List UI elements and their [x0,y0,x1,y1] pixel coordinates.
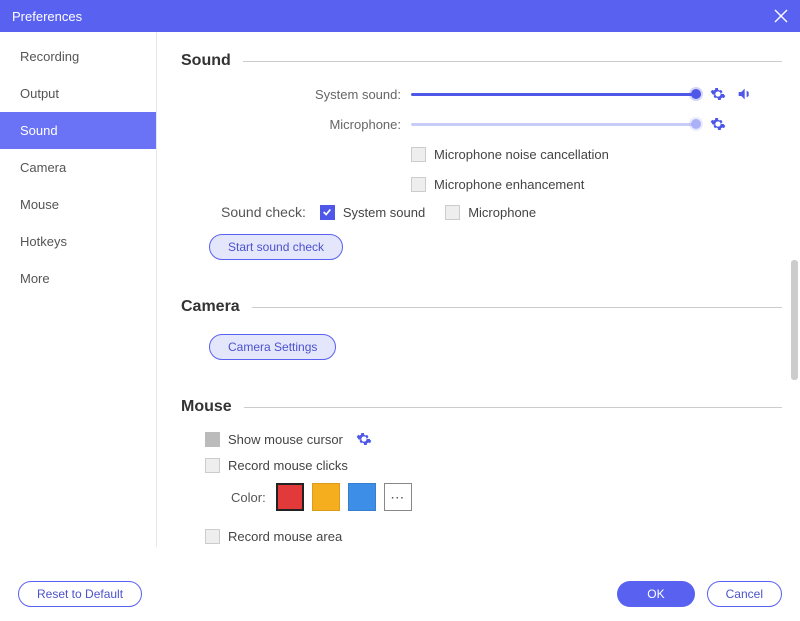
record-clicks-checkbox[interactable] [205,458,220,473]
click-color-orange[interactable] [312,483,340,511]
sidebar-item-mouse[interactable]: Mouse [0,186,156,223]
start-sound-check-button[interactable]: Start sound check [209,234,343,260]
sidebar-item-hotkeys[interactable]: Hotkeys [0,223,156,260]
cancel-button[interactable]: Cancel [707,581,782,607]
show-cursor-label: Show mouse cursor [228,432,343,447]
click-color-blue[interactable] [348,483,376,511]
reset-to-default-button[interactable]: Reset to Default [18,581,142,607]
mic-enhance-checkbox[interactable] [411,177,426,192]
sidebar-item-recording[interactable]: Recording [0,38,156,75]
section-heading-camera: Camera [181,298,782,316]
click-color-more-icon[interactable]: ⋯ [384,483,412,511]
mic-enhance-label: Microphone enhancement [434,177,584,192]
sidebar-item-output[interactable]: Output [0,75,156,112]
system-sound-slider[interactable] [411,87,701,101]
noise-cancel-checkbox[interactable] [411,147,426,162]
sidebar: Recording Output Sound Camera Mouse Hotk… [0,32,157,547]
window-title: Preferences [12,9,82,24]
soundcheck-system-checkbox[interactable] [320,205,335,220]
record-clicks-label: Record mouse clicks [228,458,348,473]
ok-button[interactable]: OK [617,581,694,607]
soundcheck-mic-checkbox[interactable] [445,205,460,220]
system-sound-gear-icon[interactable] [709,85,727,103]
window-titlebar: Preferences [0,0,800,32]
close-icon[interactable] [774,9,788,23]
sidebar-item-more[interactable]: More [0,260,156,297]
record-area-checkbox[interactable] [205,529,220,544]
noise-cancel-label: Microphone noise cancellation [434,147,609,162]
soundcheck-mic-label: Microphone [468,205,536,220]
footer: Reset to Default OK Cancel [0,567,800,621]
soundcheck-system-label: System sound [343,205,425,220]
microphone-gear-icon[interactable] [709,115,727,133]
speaker-icon[interactable] [735,85,753,103]
show-cursor-gear-icon[interactable] [355,430,373,448]
section-heading-sound: Sound [181,52,782,70]
show-cursor-checkbox[interactable] [205,432,220,447]
record-area-label: Record mouse area [228,529,342,544]
microphone-label: Microphone: [181,117,411,132]
click-color-red[interactable] [276,483,304,511]
scrollbar-thumb[interactable] [791,260,798,380]
sidebar-item-sound[interactable]: Sound [0,112,156,149]
sidebar-item-camera[interactable]: Camera [0,149,156,186]
click-color-label: Color: [231,490,266,505]
camera-settings-button[interactable]: Camera Settings [209,334,336,360]
sound-check-label: Sound check: [221,204,306,220]
content-pane: Sound System sound: Microphone: [157,32,800,547]
section-heading-mouse: Mouse [181,398,782,416]
microphone-slider[interactable] [411,117,701,131]
system-sound-label: System sound: [181,87,411,102]
